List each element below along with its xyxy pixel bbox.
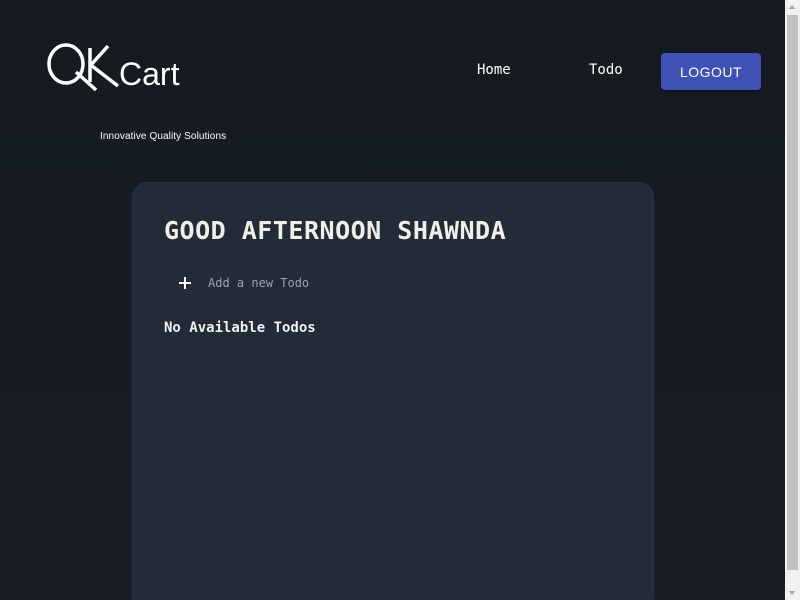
plus-icon[interactable] <box>177 275 193 291</box>
qacart-logo[interactable]: Cart Innovative Quality Solutions <box>46 42 226 142</box>
top-header: Cart Innovative Quality Solutions Home T… <box>0 0 785 142</box>
logo-mark-icon: Cart <box>47 43 180 92</box>
logo-brand-name: Cart <box>119 56 180 92</box>
app-page: Cart Innovative Quality Solutions Home T… <box>0 0 785 600</box>
greeting-title: GOOD AFTERNOON SHAWNDA <box>164 216 507 245</box>
logo-tagline: Innovative Quality Solutions <box>100 131 227 142</box>
nav-todo-link[interactable]: Todo <box>589 62 623 78</box>
logout-button[interactable]: LOGOUT <box>661 53 761 90</box>
empty-todos-message: No Available Todos <box>164 320 316 336</box>
nav-home-link[interactable]: Home <box>477 62 511 78</box>
add-todo-row[interactable] <box>177 271 477 295</box>
vertical-scrollbar[interactable] <box>785 0 800 600</box>
scroll-thumb[interactable] <box>787 15 798 570</box>
add-todo-input[interactable] <box>208 276 468 290</box>
scroll-down-arrow-icon[interactable] <box>785 585 800 600</box>
todo-card: GOOD AFTERNOON SHAWNDA No Available Todo… <box>132 182 654 600</box>
scroll-up-arrow-icon[interactable] <box>785 0 800 15</box>
